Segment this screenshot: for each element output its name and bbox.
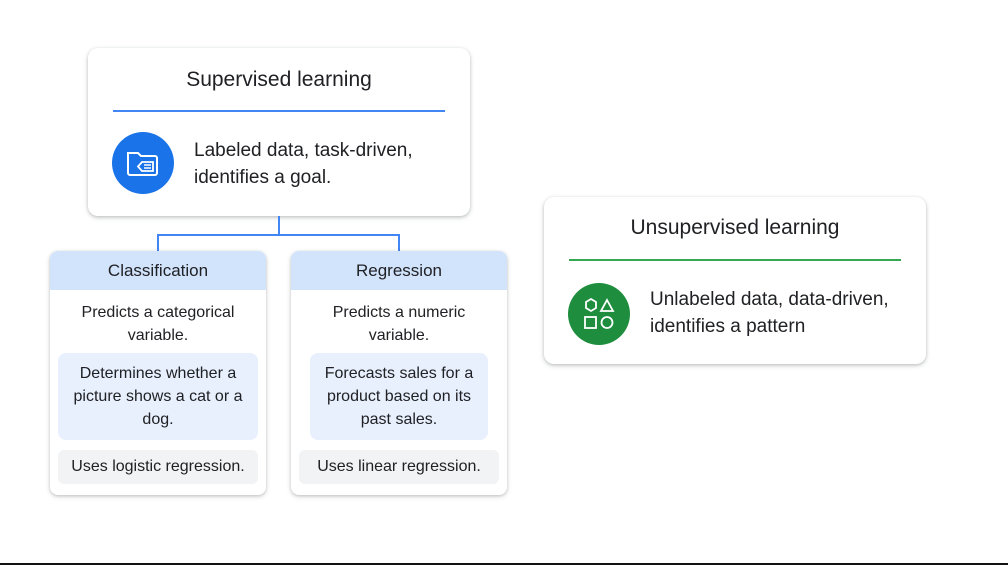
classification-summary: Predicts a categorical variable. [81, 304, 235, 344]
regression-method: Uses linear regression. [299, 450, 499, 484]
unsupervised-divider [569, 259, 901, 261]
regression-example: Forecasts sales for a product based on i… [310, 353, 488, 440]
shapes-icon [568, 283, 630, 345]
unsupervised-learning-title: Unsupervised learning [630, 216, 840, 239]
classification-example: Determines whether a picture shows a cat… [58, 353, 258, 440]
classification-method: Uses logistic regression. [58, 450, 258, 484]
supervised-divider [113, 110, 445, 112]
unsupervised-description: Unlabeled data, data-driven, identifies … [650, 289, 889, 337]
classification-title: Classification [50, 251, 266, 290]
unsupervised-learning-card: Unsupervised learning Unlabeled data, da… [544, 197, 926, 364]
regression-card: Regression Predicts a numeric variable. … [291, 251, 507, 495]
classification-card: Classification Predicts a categorical va… [50, 251, 266, 495]
bottom-border [0, 563, 1008, 565]
connector-bar [157, 234, 400, 236]
supervised-description: Labeled data, task-driven, identifies a … [194, 140, 413, 188]
connector-right-drop [398, 234, 400, 251]
connector-stem [278, 216, 280, 235]
regression-summary: Predicts a numeric variable. [332, 304, 466, 344]
supervised-learning-title: Supervised learning [186, 68, 372, 91]
supervised-learning-card: Supervised learning Labeled data, task-d… [88, 48, 470, 216]
connector-left-drop [157, 234, 159, 251]
regression-title: Regression [291, 251, 507, 290]
labeled-folder-icon [112, 132, 174, 194]
